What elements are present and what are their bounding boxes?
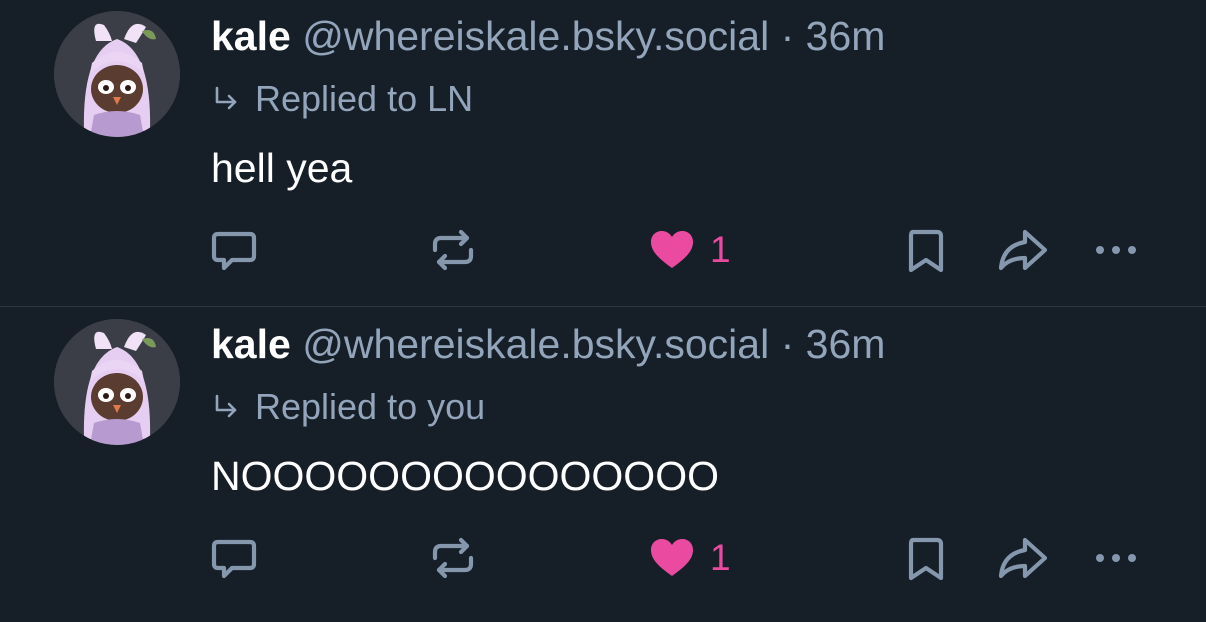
ellipsis-icon	[1096, 246, 1136, 254]
avatar[interactable]	[54, 319, 180, 445]
post-actions: 1	[0, 224, 1206, 276]
heart-icon	[651, 539, 693, 576]
repost-button[interactable]	[427, 224, 479, 276]
separator: ·	[780, 13, 795, 59]
repost-icon	[432, 229, 474, 271]
post-text: NOOOOOOOOOOOOOOO	[211, 453, 719, 499]
like-count: 1	[710, 229, 731, 270]
share-icon	[998, 229, 1048, 271]
reply-context[interactable]: Replied to you	[211, 386, 485, 428]
separator: ·	[780, 321, 795, 367]
feed-post[interactable]: kale @whereiskale.bsky.social · 36m Repl…	[0, 308, 1206, 615]
feed-post[interactable]: kale @whereiskale.bsky.social · 36m Repl…	[0, 0, 1206, 307]
bookmark-button[interactable]	[903, 532, 949, 584]
author-name[interactable]: kale	[211, 321, 291, 367]
reply-arrow-icon	[215, 86, 237, 110]
comment-icon	[211, 231, 257, 271]
post-text: hell yea	[211, 145, 353, 191]
author-handle[interactable]: @whereiskale.bsky.social	[302, 321, 769, 367]
reply-button[interactable]	[208, 224, 260, 276]
bookmark-icon	[908, 229, 944, 273]
reply-context-label: Replied to you	[255, 386, 486, 427]
reply-button[interactable]	[208, 532, 260, 584]
bookmark-icon	[908, 537, 944, 581]
reply-context-label: Replied to LN	[255, 78, 474, 119]
bookmark-button[interactable]	[903, 224, 949, 276]
post-header: kale @whereiskale.bsky.social · 36m	[211, 320, 885, 368]
comment-icon	[211, 539, 257, 579]
author-handle[interactable]: @whereiskale.bsky.social	[302, 13, 769, 59]
share-button[interactable]	[995, 532, 1051, 584]
post-actions: 1	[0, 532, 1206, 584]
post-time[interactable]: 36m	[806, 13, 886, 59]
share-icon	[998, 537, 1048, 579]
heart-icon	[651, 231, 693, 268]
more-options-button[interactable]	[1090, 532, 1142, 584]
reply-context[interactable]: Replied to LN	[211, 78, 473, 120]
author-name[interactable]: kale	[211, 13, 291, 59]
repost-icon	[432, 537, 474, 579]
like-button[interactable]: 1	[648, 224, 731, 276]
repost-button[interactable]	[427, 532, 479, 584]
like-button[interactable]: 1	[648, 532, 731, 584]
post-time[interactable]: 36m	[806, 321, 886, 367]
avatar[interactable]	[54, 11, 180, 137]
more-options-button[interactable]	[1090, 224, 1142, 276]
post-header: kale @whereiskale.bsky.social · 36m	[211, 12, 885, 60]
share-button[interactable]	[995, 224, 1051, 276]
like-count: 1	[710, 537, 731, 578]
ellipsis-icon	[1096, 554, 1136, 562]
reply-arrow-icon	[215, 394, 237, 418]
